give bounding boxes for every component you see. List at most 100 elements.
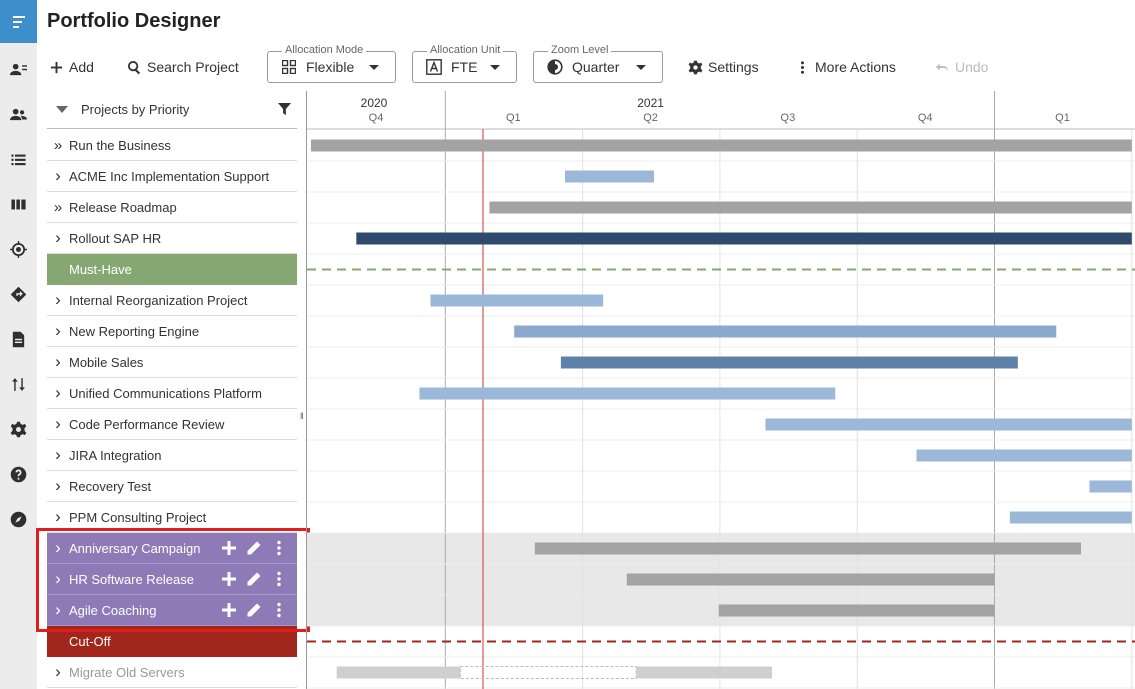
sort-icon[interactable]	[0, 369, 37, 399]
chevron-right-icon[interactable]: ›	[47, 290, 69, 310]
project-row-label: Must-Have	[69, 262, 132, 277]
project-row-label: Mobile Sales	[69, 354, 144, 370]
search-label: Search Project	[147, 59, 239, 75]
panel-header: Projects by Priority	[47, 91, 297, 129]
undo-button[interactable]: Undo	[935, 57, 988, 77]
project-row-label: New Reporting Engine	[69, 323, 200, 339]
project-row-release-roadmap[interactable]: » Release Roadmap	[47, 192, 297, 223]
chevron-down-icon	[369, 65, 379, 70]
page-title: Portfolio Designer	[47, 10, 221, 32]
project-bar-gap	[459, 666, 637, 679]
more-vert-icon	[801, 60, 804, 74]
allocation-unit-label: Allocation Unit	[427, 44, 504, 56]
allocation-mode-value: Flexible	[306, 59, 355, 75]
project-bar	[534, 542, 1081, 555]
project-row-label: Recovery Test	[69, 478, 152, 494]
collapse-triangle-icon[interactable]	[56, 106, 68, 113]
project-bar	[336, 666, 461, 679]
project-bar	[718, 604, 995, 617]
zoom-level-label: Zoom Level	[548, 44, 612, 56]
chevron-right-icon[interactable]: ›	[47, 507, 69, 527]
project-bar	[356, 232, 1132, 245]
project-bar	[916, 449, 1132, 462]
project-bar	[430, 294, 604, 307]
project-bar	[560, 356, 1018, 369]
zoom-level-value: Quarter	[572, 59, 620, 75]
menu-icon[interactable]	[0, 0, 37, 43]
chevron-down-icon	[490, 65, 500, 70]
project-row-recovery-test[interactable]: › Recovery Test	[47, 471, 297, 502]
project-row-code-performance-review[interactable]: › Code Performance Review	[47, 409, 297, 440]
chevron-right-icon[interactable]: ›	[47, 662, 69, 682]
chevron-right-icon[interactable]: ›	[47, 228, 69, 248]
settings-icon[interactable]	[0, 414, 37, 444]
project-row-run-the-business[interactable]: » Run the Business	[47, 130, 297, 161]
project-row-label: Run the Business	[69, 137, 171, 153]
more-actions-label: More Actions	[815, 59, 896, 75]
project-row-must-have[interactable]: Must-Have	[47, 254, 297, 285]
panel-header-label: Projects by Priority	[81, 102, 190, 117]
zoom-level-select[interactable]: Zoom Level Quarter	[533, 44, 663, 83]
project-row-label: Rollout SAP HR	[69, 230, 162, 246]
more-actions-button[interactable]: More Actions	[795, 57, 896, 77]
chevron-right-icon[interactable]: ›	[47, 414, 69, 434]
project-row-new-reporting-engine[interactable]: › New Reporting Engine	[47, 316, 297, 347]
project-row-label: Internal Reorganization Project	[69, 292, 248, 308]
filter-icon[interactable]	[278, 103, 291, 116]
unit-icon	[426, 59, 442, 75]
gear-icon	[688, 60, 703, 74]
undo-icon	[935, 63, 949, 72]
document-icon[interactable]	[0, 324, 37, 354]
nav-rail	[0, 0, 37, 689]
gantt-canvas	[307, 91, 1135, 689]
chevron-right-icon[interactable]: ›	[47, 383, 69, 403]
board-icon[interactable]	[0, 189, 37, 219]
settings-button[interactable]: Settings	[688, 57, 759, 77]
double-chevron-right-icon[interactable]: »	[47, 199, 69, 216]
people-icon[interactable]	[0, 99, 37, 129]
compass-icon[interactable]	[0, 504, 37, 534]
chevron-right-icon[interactable]: ›	[47, 445, 69, 465]
project-row-label: Cut-Off	[69, 634, 111, 649]
project-row-label: Unified Communications Platform	[69, 385, 262, 401]
project-row-jira-integration[interactable]: › JIRA Integration	[47, 440, 297, 471]
allocation-unit-value: FTE	[451, 59, 478, 75]
list-icon[interactable]	[0, 144, 37, 174]
project-bar	[514, 325, 1057, 338]
search-project-button[interactable]: Search Project	[127, 57, 239, 77]
project-row-label: Release Roadmap	[69, 199, 177, 215]
help-icon[interactable]	[0, 459, 37, 489]
project-row-rollout-sap-hr[interactable]: › Rollout SAP HR	[47, 223, 297, 254]
splitter-handle[interactable]: ‖	[300, 411, 304, 421]
settings-label: Settings	[708, 59, 759, 75]
grid-icon	[281, 59, 297, 75]
double-chevron-right-icon[interactable]: »	[47, 137, 69, 154]
chevron-right-icon[interactable]: ›	[47, 352, 69, 372]
allocation-mode-label: Allocation Mode	[282, 44, 367, 56]
target-icon[interactable]	[0, 234, 37, 264]
project-bar	[626, 573, 995, 586]
project-row-unified-communications-platform[interactable]: › Unified Communications Platform	[47, 378, 297, 409]
project-bar	[419, 387, 836, 400]
project-bar	[636, 666, 773, 679]
project-row-internal-reorganization-project[interactable]: › Internal Reorganization Project	[47, 285, 297, 316]
allocation-mode-select[interactable]: Allocation Mode Flexible	[267, 44, 396, 83]
app-window: Portfolio Designer Add Search Project Al…	[0, 0, 1135, 689]
chevron-right-icon[interactable]: ›	[47, 321, 69, 341]
project-row-migrate-old-servers[interactable]: › Migrate Old Servers	[47, 657, 297, 688]
add-button[interactable]: Add	[49, 57, 94, 77]
project-row-acme-inc-implementation-support[interactable]: › ACME Inc Implementation Support	[47, 161, 297, 192]
chevron-right-icon[interactable]: ›	[47, 476, 69, 496]
project-bar	[765, 418, 1132, 431]
chevron-right-icon[interactable]: ›	[47, 166, 69, 186]
project-row-mobile-sales[interactable]: › Mobile Sales	[47, 347, 297, 378]
allocation-unit-select[interactable]: Allocation Unit FTE	[412, 44, 517, 83]
directions-icon[interactable]	[0, 279, 37, 309]
project-row-label: PPM Consulting Project	[69, 509, 207, 525]
project-bar	[489, 201, 1132, 214]
project-row-label: Code Performance Review	[69, 416, 225, 432]
user-list-icon[interactable]	[0, 54, 37, 84]
plus-icon	[50, 61, 63, 73]
project-row-label: ACME Inc Implementation Support	[69, 168, 270, 184]
gantt-chart: Q4 Q1 Q2 Q3 Q4 Q1 2020 2021	[306, 91, 1135, 689]
